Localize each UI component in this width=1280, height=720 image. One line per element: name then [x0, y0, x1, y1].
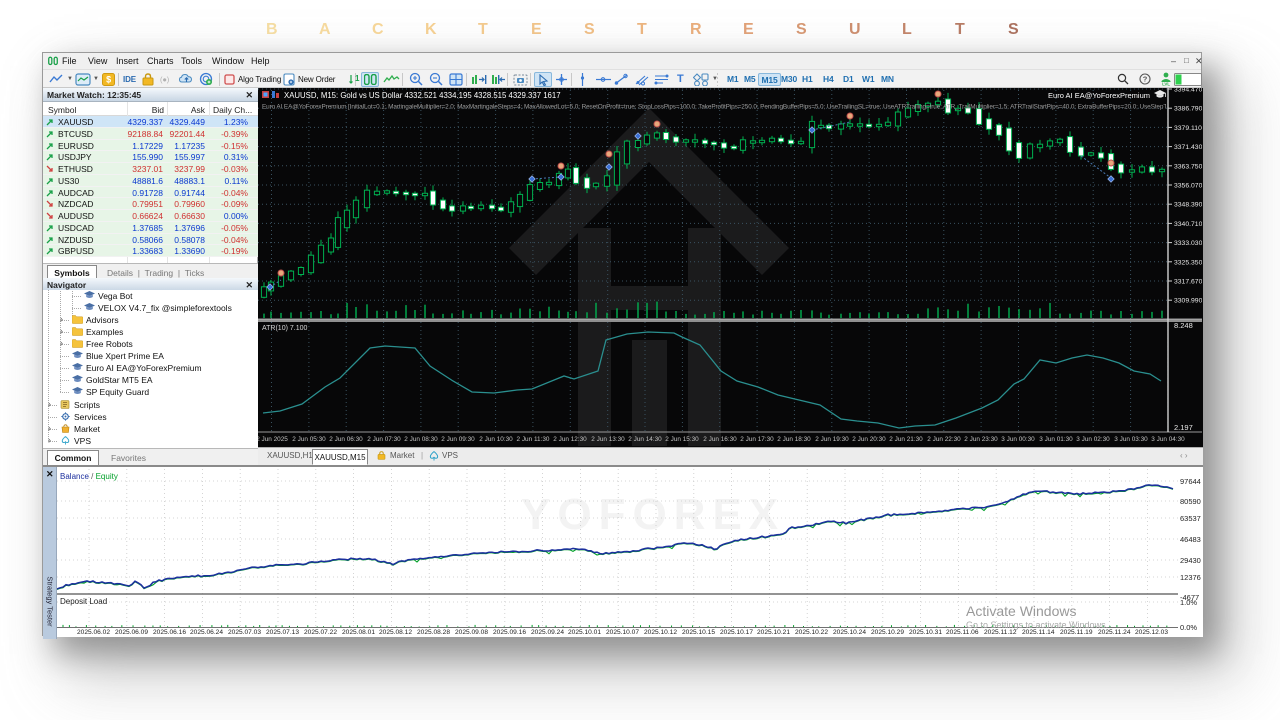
svg-text:3386.790: 3386.790	[1174, 106, 1202, 113]
svg-text:XAUUSD, M15: Gold vs US Dolla: XAUUSD, M15: Gold vs US Dollar 4332.521 …	[284, 91, 561, 100]
svg-text:YOFOREX: YOFOREX	[521, 490, 785, 539]
svg-text:8.248: 8.248	[1174, 321, 1193, 330]
svg-text:3379.110: 3379.110	[1174, 125, 1202, 132]
svg-text:ATR(10) 7.100: ATR(10) 7.100	[262, 325, 307, 332]
svg-text:2 Jun 19:30: 2 Jun 19:30	[815, 436, 849, 443]
svg-text:2 Jun 18:30: 2 Jun 18:30	[777, 436, 811, 443]
svg-text:3371.430: 3371.430	[1174, 144, 1202, 151]
svg-text:3333.030: 3333.030	[1174, 240, 1202, 247]
svg-text:2 Jun 14:30: 2 Jun 14:30	[628, 436, 662, 443]
svg-text:3325.350: 3325.350	[1174, 259, 1202, 266]
svg-text:2 Jun 11:30: 2 Jun 11:30	[517, 436, 550, 443]
svg-text:2 Jun 22:30: 2 Jun 22:30	[927, 436, 961, 443]
svg-text:2 Jun 09:30: 2 Jun 09:30	[441, 436, 475, 443]
svg-text:2 Jun 05:30: 2 Jun 05:30	[292, 436, 326, 443]
svg-text:?: ?	[1143, 75, 1148, 84]
svg-text:2 Jun 12:30: 2 Jun 12:30	[553, 436, 587, 443]
svg-text:3317.670: 3317.670	[1174, 279, 1202, 286]
svg-text:2 Jun 13:30: 2 Jun 13:30	[591, 436, 625, 443]
svg-text:3340.710: 3340.710	[1174, 221, 1202, 228]
svg-text:2 Jun 15:30: 2 Jun 15:30	[665, 436, 699, 443]
svg-text:2 Jun 07:30: 2 Jun 07:30	[367, 436, 401, 443]
svg-text:LVL: LVL	[1162, 82, 1170, 87]
svg-text:2 Jun 20:30: 2 Jun 20:30	[852, 436, 886, 443]
svg-text:2.197: 2.197	[1174, 423, 1193, 432]
svg-text:1: 1	[355, 74, 360, 83]
svg-text:3309.990: 3309.990	[1174, 298, 1202, 305]
svg-text:Euro AI EA@YoForexPremium: Euro AI EA@YoForexPremium	[1048, 91, 1150, 100]
svg-text:2 Jun 17:30: 2 Jun 17:30	[740, 436, 774, 443]
svg-text:$: $	[106, 74, 111, 84]
svg-text:Euro AI EA@YoForexPremium [Ini: Euro AI EA@YoForexPremium [InitialLot=0.…	[262, 104, 1202, 111]
svg-text:3 Jun 04:30: 3 Jun 04:30	[1151, 436, 1185, 443]
svg-text:2 Jun 06:30: 2 Jun 06:30	[329, 436, 363, 443]
svg-text:3363.750: 3363.750	[1174, 163, 1202, 170]
svg-text:3356.070: 3356.070	[1174, 183, 1202, 190]
svg-text:3394.470: 3394.470	[1174, 88, 1202, 94]
svg-text:2 Jun 23:30: 2 Jun 23:30	[964, 436, 998, 443]
svg-text:3 Jun 03:30: 3 Jun 03:30	[1114, 436, 1148, 443]
svg-text:2 Jun 10:30: 2 Jun 10:30	[479, 436, 513, 443]
svg-text:2 Jun 16:30: 2 Jun 16:30	[703, 436, 737, 443]
svg-text:3 Jun 02:30: 3 Jun 02:30	[1076, 436, 1110, 443]
svg-text:3 Jun 00:30: 3 Jun 00:30	[1001, 436, 1035, 443]
svg-text:3 Jun 01:30: 3 Jun 01:30	[1039, 436, 1073, 443]
svg-text:2 Jun 08:30: 2 Jun 08:30	[404, 436, 438, 443]
svg-text:2 Jun 21:30: 2 Jun 21:30	[889, 436, 923, 443]
svg-text:3348.390: 3348.390	[1174, 202, 1202, 209]
svg-text:2 Jun 2025: 2 Jun 2025	[258, 436, 288, 443]
